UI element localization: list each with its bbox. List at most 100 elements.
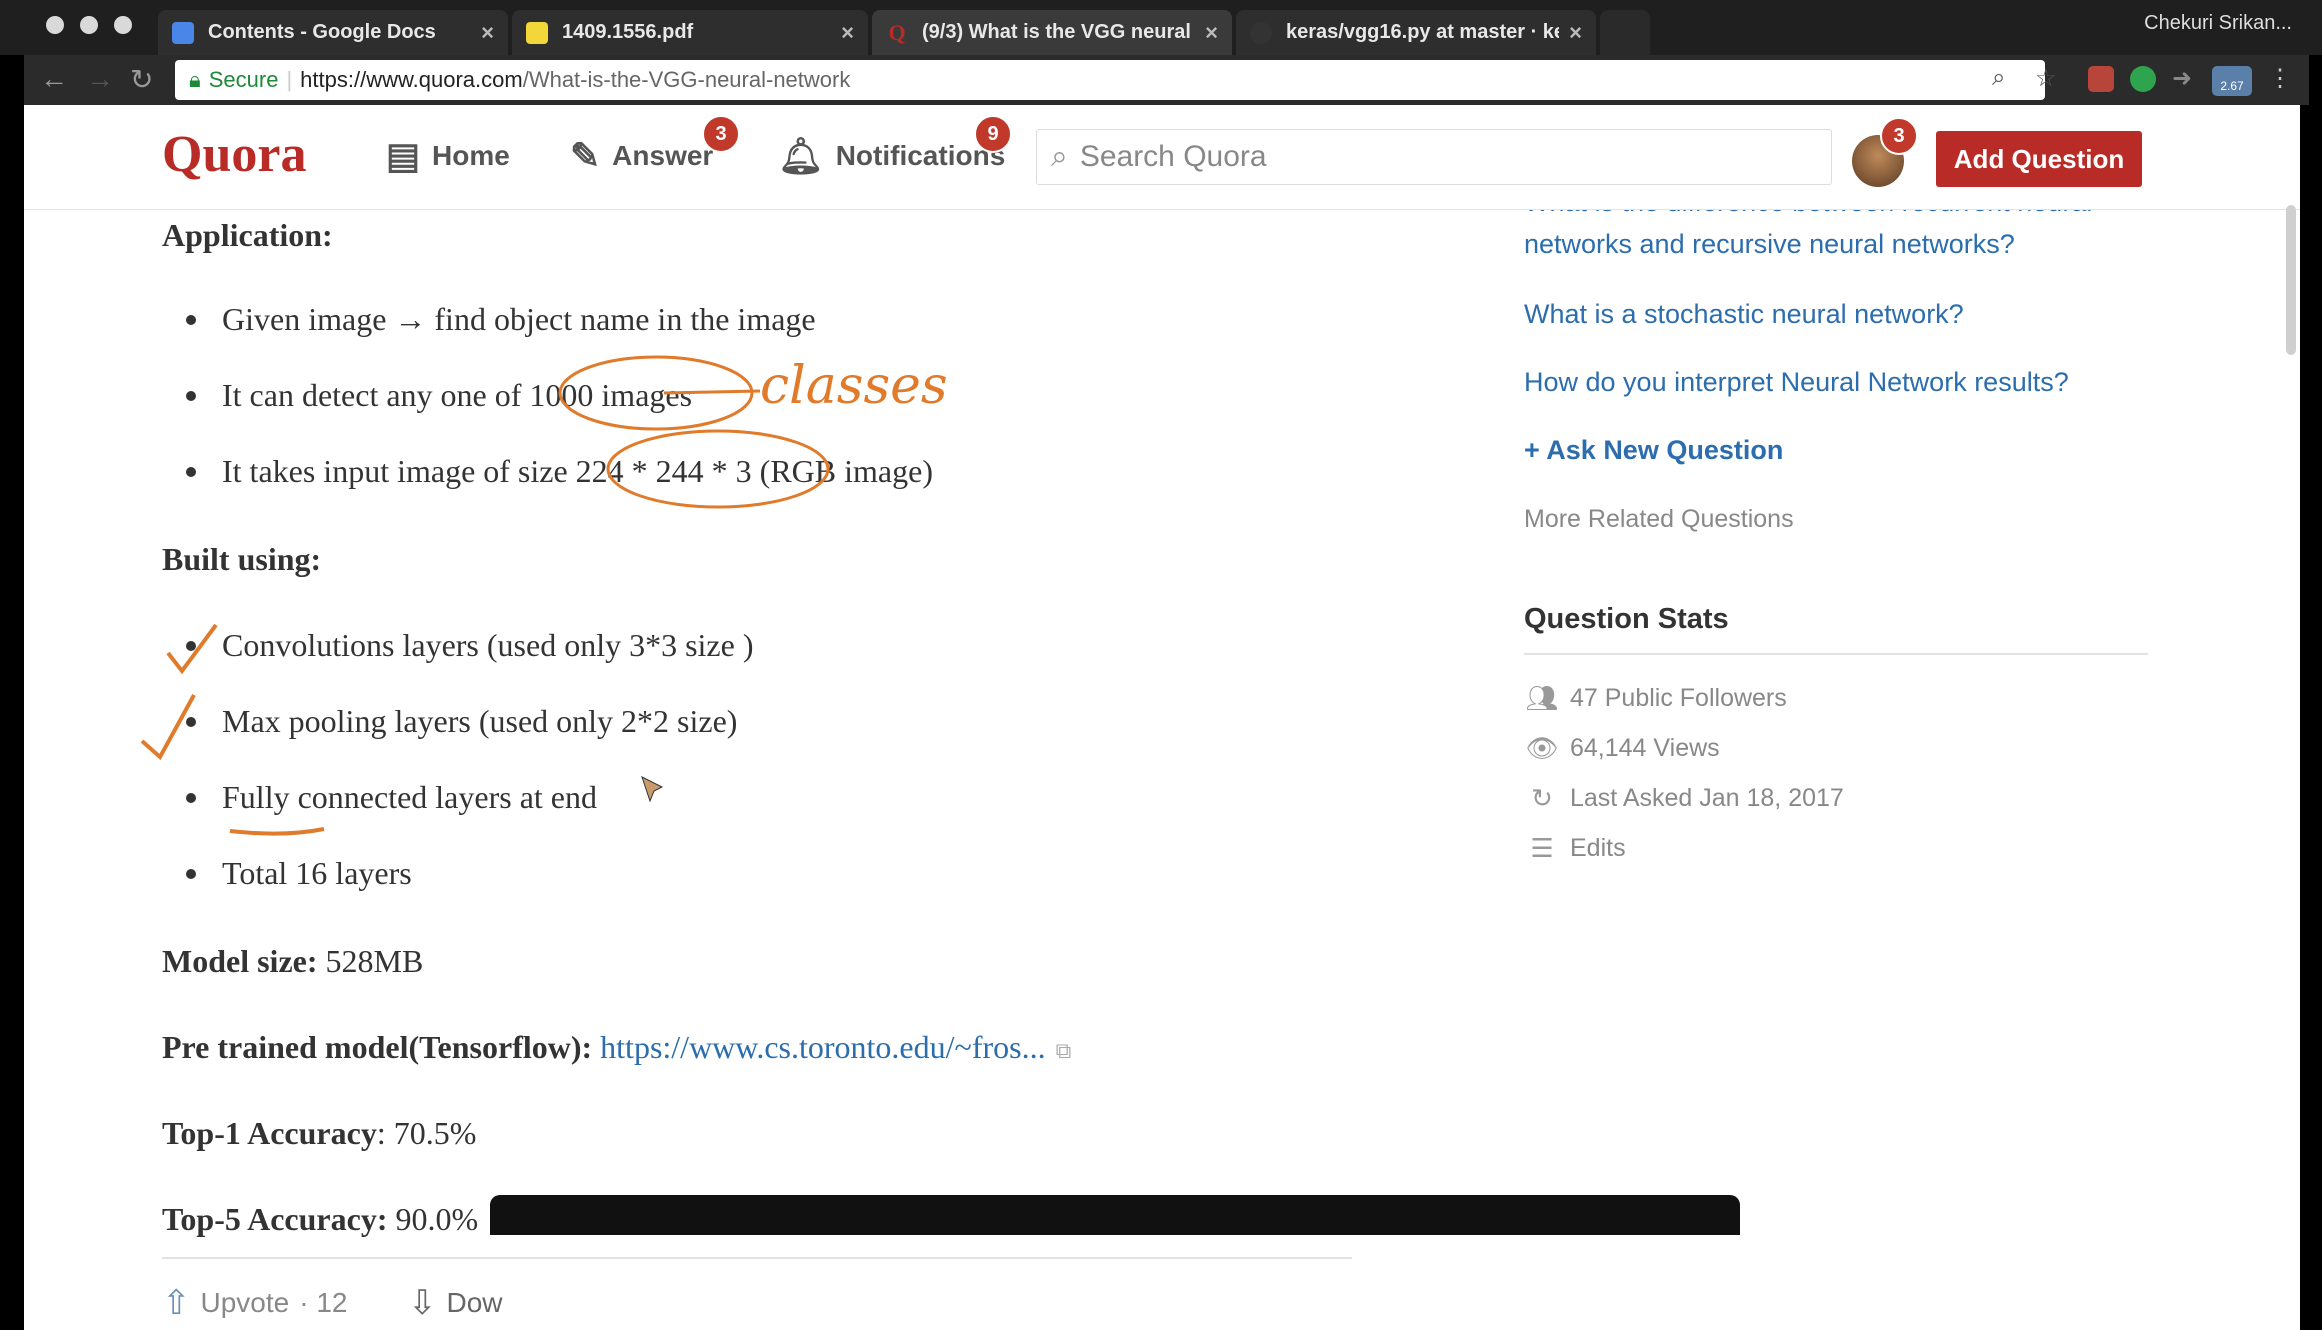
- tab-close-icon[interactable]: ×: [481, 20, 494, 46]
- quora-page: What is the difference between recurrent…: [24, 105, 2300, 1330]
- answer-count-badge: 3: [702, 115, 740, 153]
- address-bar[interactable]: 🔒︎ Secure | https://www.quora.com /What-…: [175, 60, 2045, 100]
- window-minimize-dot[interactable]: [80, 16, 98, 34]
- ask-new-question-label: Ask New Question: [1546, 435, 1784, 465]
- window-zoom-dot[interactable]: [114, 16, 132, 34]
- handwritten-classes-text: classes: [760, 356, 948, 416]
- nav-answer[interactable]: ✎ Answer: [570, 135, 713, 177]
- profile-name[interactable]: Chekuri Srikan...: [2144, 12, 2292, 35]
- upvote-count: · 12: [299, 1287, 348, 1318]
- stat-text: 64,144 Views: [1570, 734, 1720, 762]
- nav-home[interactable]: ▤ Home: [386, 135, 510, 177]
- list-item: It can detect any one of 1000 images: [186, 377, 692, 414]
- tab-google-docs[interactable]: Contents - Google Docs ×: [158, 10, 508, 55]
- list-item: Total 16 layers: [186, 855, 412, 892]
- google-docs-icon: [172, 21, 194, 44]
- nav-notifications[interactable]: 🔔︎ Notifications: [778, 135, 1005, 177]
- search-placeholder: Search Quora: [1079, 140, 1267, 173]
- pretrained-line: Pre trained model(Tensorflow): https://w…: [162, 1029, 1071, 1066]
- nav-answer-label: Answer: [612, 140, 714, 171]
- list-item: Fully connected layers at end: [186, 779, 597, 816]
- plus-icon: +: [1524, 435, 1547, 465]
- application-heading: Application:: [162, 217, 333, 253]
- tab-close-icon[interactable]: ×: [1569, 20, 1582, 46]
- stat-views: 👁︎ 64,144 Views: [1524, 733, 1720, 764]
- stat-last-asked: ↻ Last Asked Jan 18, 2017: [1524, 783, 1844, 814]
- list-item-text: Convolutions layers (used only 3*3 size …: [222, 627, 754, 663]
- model-size-value: 528MB: [317, 943, 424, 979]
- lock-icon: 🔒︎: [189, 67, 201, 92]
- share-arrow-icon[interactable]: ➜: [2172, 64, 2192, 93]
- stat-edits[interactable]: ☰ Edits: [1524, 833, 1626, 864]
- menu-dots-icon[interactable]: ⋮: [2268, 64, 2292, 93]
- tab-close-icon[interactable]: ×: [841, 20, 854, 46]
- list-item: Convolutions layers (used only 3*3 size …: [186, 627, 753, 664]
- list-item: Given image → find object name in the im…: [186, 301, 816, 338]
- reload-icon[interactable]: ↻: [130, 63, 153, 96]
- list-item: It takes input image of size 224 * 244 *…: [186, 453, 933, 490]
- search-input[interactable]: ⌕ Search Quora: [1036, 129, 1832, 185]
- downvote-arrow-icon: ⇩: [408, 1284, 437, 1322]
- eye-icon: 👁︎: [1525, 733, 1559, 763]
- tab-close-icon[interactable]: ×: [1205, 20, 1218, 46]
- quora-logo[interactable]: Quora: [162, 125, 306, 184]
- forward-arrow-icon[interactable]: →: [86, 63, 114, 95]
- list-item-text: It takes input image of size 224 * 244 *…: [222, 453, 933, 489]
- window-close-dot[interactable]: [46, 16, 64, 34]
- avatar-badge: 3: [1880, 117, 1918, 155]
- add-question-button[interactable]: Add Question: [1936, 131, 2142, 187]
- upvote-button[interactable]: ⇧ Upvote · 12: [162, 1283, 347, 1323]
- pen-cursor-icon: [641, 776, 664, 803]
- zoom-icon[interactable]: ⌕: [1992, 64, 2005, 92]
- external-link-icon: ⧉: [1055, 1038, 1072, 1063]
- downvote-button[interactable]: ⇩ Dow: [408, 1283, 503, 1323]
- top1-line: Top-1 Accuracy: 70.5%: [162, 1115, 476, 1152]
- stat-text: Edits: [1570, 834, 1626, 862]
- list-item-text: Max pooling layers (used only 2*2 size): [222, 703, 738, 739]
- stat-text: Last Asked Jan 18, 2017: [1570, 784, 1844, 812]
- tab-quora[interactable]: Q (9/3) What is the VGG neural n ×: [872, 10, 1232, 55]
- answer-divider: [162, 1257, 1352, 1259]
- edits-icon: ☰: [1530, 833, 1554, 863]
- related-question-2[interactable]: What is a stochastic neural network?: [1524, 299, 1964, 330]
- secure-label: Secure: [208, 67, 279, 92]
- pretrained-model-link[interactable]: https://www.cs.toronto.edu/~fros...: [592, 1029, 1045, 1065]
- drawing-tool-dock[interactable]: [490, 1195, 1740, 1235]
- related-question-1-line2[interactable]: networks and recursive neural networks?: [1524, 229, 2015, 260]
- tab-github[interactable]: keras/vgg16.py at master · ker ×: [1236, 10, 1596, 55]
- tab-title: keras/vgg16.py at master · ker: [1286, 21, 1560, 43]
- built-using-heading: Built using:: [162, 541, 322, 577]
- stat-followers[interactable]: 👥︎ 47 Public Followers: [1524, 683, 1787, 714]
- weather-extension-icon[interactable]: 2.67: [2212, 66, 2252, 96]
- nav-home-label: Home: [432, 140, 510, 171]
- followers-icon: 👥︎: [1525, 683, 1559, 713]
- top1-value: : 70.5%: [376, 1115, 477, 1151]
- bell-icon: 🔔︎: [778, 135, 824, 176]
- ask-new-question-link[interactable]: + Ask New Question: [1524, 435, 1783, 466]
- stat-text: 47 Public Followers: [1570, 684, 1787, 712]
- list-item: Max pooling layers (used only 2*2 size): [186, 703, 737, 740]
- grammarly-extension-icon[interactable]: [2130, 66, 2156, 92]
- home-icon: ▤: [386, 135, 421, 176]
- upvote-arrow-icon: ⇧: [162, 1284, 191, 1322]
- bookmark-star-icon[interactable]: ☆: [2035, 64, 2057, 93]
- question-stats-title: Question Stats: [1524, 603, 1729, 635]
- top5-line: Top-5 Accuracy: 90.0%: [162, 1201, 478, 1238]
- new-tab-button[interactable]: [1600, 10, 1650, 55]
- pretrained-label: Pre trained model(Tensorflow):: [162, 1029, 593, 1065]
- downvote-label: Dow: [446, 1287, 503, 1318]
- quora-header: Quora ▤ Home ✎ Answer 3 🔔︎ Notifications…: [24, 105, 2300, 210]
- model-size-label: Model size:: [162, 943, 318, 979]
- page-scrollbar[interactable]: [2286, 205, 2296, 355]
- stats-divider: [1524, 653, 2148, 655]
- related-question-3[interactable]: How do you interpret Neural Network resu…: [1524, 367, 2069, 398]
- quora-favicon-icon: Q: [888, 19, 906, 45]
- tab-title: Contents - Google Docs: [208, 21, 436, 43]
- list-item-text: Total 16 layers: [222, 855, 412, 891]
- gmail-extension-icon[interactable]: [2088, 66, 2114, 92]
- tab-pdf[interactable]: 1409.1556.pdf ×: [512, 10, 868, 55]
- back-arrow-icon[interactable]: ←: [40, 63, 68, 95]
- search-icon: ⌕: [1051, 140, 1068, 173]
- more-related-questions-link[interactable]: More Related Questions: [1524, 505, 1794, 534]
- upvote-label: Upvote: [200, 1287, 290, 1318]
